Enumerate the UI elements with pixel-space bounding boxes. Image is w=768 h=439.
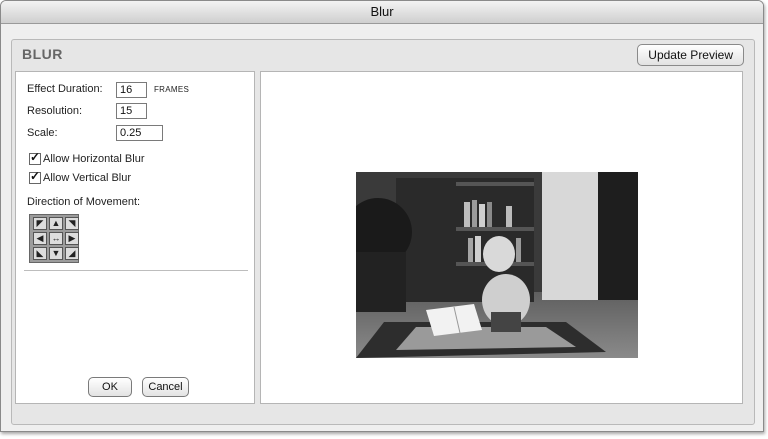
settings-panel: Effect Duration: FRAMES Resolution: Scal… [15, 71, 255, 404]
resolution-input[interactable] [116, 103, 147, 119]
arrow-up-right-icon[interactable]: ◥ [65, 217, 79, 230]
preview-image [356, 172, 638, 358]
update-preview-button[interactable]: Update Preview [637, 44, 744, 66]
arrow-up-icon[interactable]: ▲ [49, 217, 63, 230]
direction-label: Direction of Movement: [27, 196, 141, 208]
resolution-label: Resolution: [27, 105, 83, 117]
arrow-down-left-icon[interactable]: ◣ [33, 247, 47, 260]
cancel-button[interactable]: Cancel [142, 377, 189, 397]
window-title: Blur [370, 4, 394, 19]
arrow-up-left-icon[interactable]: ◤ [33, 217, 47, 230]
arrow-center-icon[interactable]: ↔ [49, 232, 63, 245]
baby-photo-illustration [356, 172, 638, 358]
arrow-down-icon[interactable]: ▼ [49, 247, 63, 260]
allow-vertical-blur-label: Allow Vertical Blur [43, 172, 132, 184]
ok-button[interactable]: OK [88, 377, 132, 397]
checkbox-check-icon[interactable] [29, 150, 41, 165]
blur-window: Blur BLUR Update Preview Effect Duration… [0, 0, 764, 432]
arrow-down-right-icon[interactable]: ◢ [65, 247, 79, 260]
frames-unit-label: FRAMES [154, 85, 190, 94]
scale-input[interactable] [116, 125, 163, 141]
checkbox-check-icon[interactable] [29, 169, 41, 184]
arrow-left-icon[interactable]: ◀ [33, 232, 47, 245]
scale-label: Scale: [27, 127, 58, 139]
effect-duration-input[interactable] [116, 82, 147, 98]
title-bar[interactable]: Blur [1, 1, 763, 24]
arrow-right-icon[interactable]: ▶ [65, 232, 79, 245]
allow-horizontal-blur-checkbox[interactable]: Allow Horizontal Blur [29, 150, 145, 165]
panel-heading: BLUR [22, 46, 63, 62]
allow-vertical-blur-checkbox[interactable]: Allow Vertical Blur [29, 169, 132, 184]
divider [24, 270, 248, 271]
effect-duration-label: Effect Duration: [27, 83, 103, 95]
preview-panel [260, 71, 743, 404]
direction-grid: ◤ ▲ ◥ ◀ ↔ ▶ ◣ ▼ ◢ [29, 214, 79, 263]
allow-horizontal-blur-label: Allow Horizontal Blur [43, 153, 145, 165]
